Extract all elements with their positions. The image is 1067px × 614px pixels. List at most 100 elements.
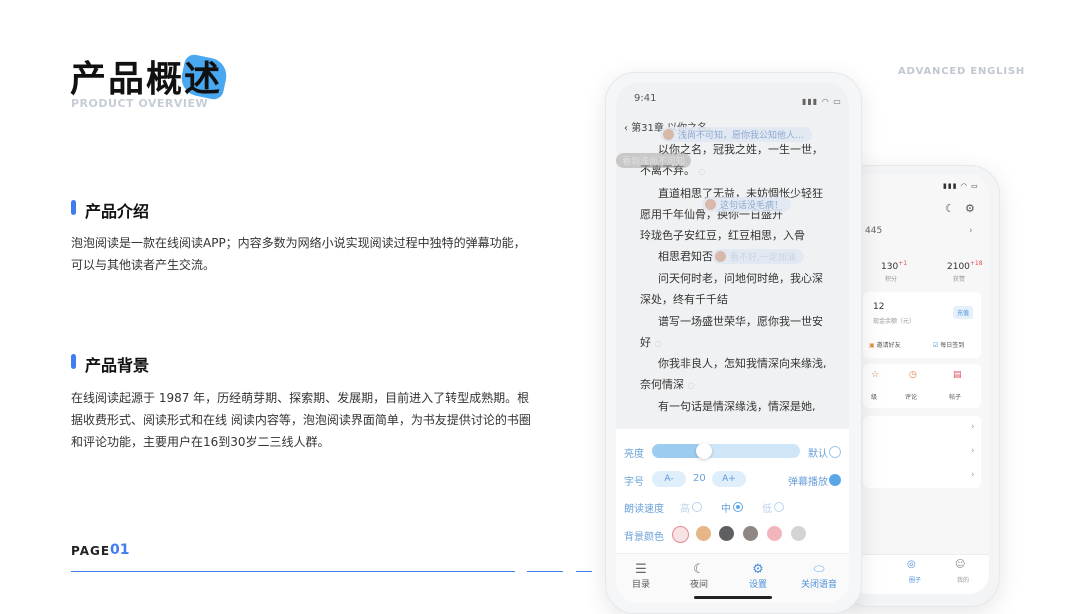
body-line: 和评论功能，主要用户在16到30岁二三线人群。 [71, 435, 330, 449]
page-number: 01 [110, 542, 130, 558]
stat-label: 获赞 [953, 276, 966, 283]
menu-icon: ☰ [635, 562, 647, 577]
speed-option[interactable]: 高 [680, 500, 690, 515]
nav-label[interactable]: 我的 [957, 575, 969, 584]
chevron-right-icon[interactable]: › [969, 226, 973, 236]
invite-button[interactable]: ▣ 邀请好友 [869, 340, 901, 349]
reader-line: 奈何情深 ◌ [640, 378, 695, 391]
body-line: 泡泡阅读是一款在线阅读APP；内容多数为网络小说实现阅读过程中独特的弹幕功能， [71, 236, 526, 250]
speed-radio[interactable] [774, 502, 784, 512]
speed-radio[interactable] [692, 502, 702, 512]
danmaku-checkbox[interactable] [829, 474, 841, 486]
body-line: 可以与其他读者产生交流。 [71, 258, 216, 272]
user-id: 445 [865, 226, 883, 236]
chevron-right-icon[interactable]: › [971, 470, 975, 480]
circle-icon[interactable]: ◎ [907, 559, 916, 570]
page-title: 产品概述 [70, 59, 223, 100]
section-title-background: 产品背景 [85, 356, 150, 375]
danmaku-bubble[interactable]: 浅尚不可知，愿你我公知他人... [660, 127, 812, 142]
nav-settings[interactable]: ⚙ 设置 [733, 562, 783, 590]
gear-icon: ⚙ [752, 562, 764, 577]
reader-line: 谱写一场盛世荣华，愿你我一世安 [658, 315, 823, 328]
reader-screen: 9:41 ▮▮▮ ◠ ▭ ‹ 第31章 以你之名。 以你之名，冠我之姓，一生一世… [616, 83, 849, 603]
bg-color-swatch[interactable] [767, 526, 782, 541]
balance-label: 现金余额（元） [873, 318, 916, 325]
settings-icon[interactable]: ⚙ [965, 202, 975, 215]
speed-option[interactable]: 中 [721, 500, 731, 515]
reader-line: 好 ◌ [640, 336, 662, 349]
moon-icon: ☾ [693, 562, 705, 577]
toggle-icon: ⬭ [813, 562, 825, 577]
font-decrease-button[interactable]: A- [652, 471, 686, 487]
nav-voice-off[interactable]: ⬭ 关闭语音 [794, 562, 844, 590]
chevron-right-icon[interactable]: › [971, 422, 975, 432]
section-title-intro: 产品介绍 [85, 202, 150, 221]
section-marker [71, 200, 76, 215]
reader-line: 深处，终有千千结 [640, 293, 728, 306]
stat-label: 积分 [885, 276, 898, 283]
default-checkbox[interactable] [829, 446, 841, 458]
reader-line: 问天何时老，问地何时绝，我心深 [658, 272, 823, 285]
font-size-value: 20 [693, 473, 706, 484]
speed-radio[interactable] [733, 502, 743, 512]
speed-option[interactable]: 低 [762, 500, 772, 515]
checkin-button[interactable]: ☑ 每日签到 [933, 340, 964, 349]
bg-color-swatch[interactable] [719, 526, 734, 541]
brightness-knob[interactable] [695, 443, 712, 459]
status-icons: ▮▮▮ ◠ ▭ [943, 182, 979, 190]
reader-line: 有一句话是情深缘浅，情深是她, [658, 400, 816, 413]
stat-likes: 2100+18 [947, 260, 983, 272]
brightness-slider[interactable] [652, 443, 800, 459]
font-size-label: 字号 [624, 477, 644, 488]
nav-label[interactable]: 圈子 [909, 575, 921, 584]
profile-screen: ▮▮▮ ◠ ▭ ☾ ⚙ 445 › 130+1 积分 2100+18 获赞 12… [849, 174, 989, 594]
avatar [715, 251, 726, 262]
profile-phone-mockup: ▮▮▮ ◠ ▭ ☾ ⚙ 445 › 130+1 积分 2100+18 获赞 12… [840, 165, 1000, 607]
user-icon[interactable]: ☺ [955, 559, 965, 570]
grid-item-label[interactable]: 评论 [905, 392, 917, 401]
background-color-label: 背景颜色 [624, 532, 664, 543]
section-marker [71, 354, 76, 369]
comment-icon: ◷ [909, 370, 917, 380]
bg-color-swatch[interactable] [696, 526, 711, 541]
wallet-card: 12 现金余额（元） 充值 ▣ 邀请好友 ☑ 每日签到 [863, 292, 981, 358]
grid-item-label[interactable]: 级 [871, 392, 877, 401]
reader-phone-mockup: 9:41 ▮▮▮ ◠ ▭ ‹ 第31章 以你之名。 以你之名，冠我之姓，一生一世… [605, 72, 862, 614]
grid-item-label[interactable]: 帖子 [949, 392, 961, 401]
brightness-label: 亮度 [624, 449, 644, 460]
body-line: 据收费形式、阅读形式和在线 阅读内容等，泡泡阅读界面简单，为书友提供讨论的书圈 [71, 413, 531, 427]
danmaku-toggle-label[interactable]: 弹幕播放 [788, 473, 828, 488]
body-line: 在线阅读起源于 1987 年，历经萌芽期、探索期、发展期，目前进入了转型成熟期。… [71, 391, 530, 405]
post-icon: ▤ [953, 370, 962, 380]
danmaku-bubble[interactable]: 看到浅尚不可知 [616, 153, 692, 168]
danmaku-bubble[interactable]: 这句话没毛病！ [702, 197, 792, 212]
read-speed-label: 朗读速度 [624, 504, 664, 515]
bg-color-swatch[interactable] [791, 526, 806, 541]
bg-color-swatch[interactable] [743, 526, 758, 541]
level-icon: ☆ [871, 370, 880, 380]
default-label[interactable]: 默认 [808, 445, 828, 460]
bg-color-swatch[interactable] [672, 526, 689, 543]
status-icons: ▮▮▮ ◠ ▭ [802, 97, 842, 106]
balance-value: 12 [873, 302, 885, 312]
chevron-right-icon[interactable]: › [971, 446, 975, 456]
moon-icon[interactable]: ☾ [945, 202, 955, 215]
avatar [663, 129, 674, 140]
footer-divider [527, 571, 563, 572]
danmaku-bubble[interactable]: 看不好,一定加油 [712, 249, 804, 264]
reader-line: 你我非良人，怎知我情深向来缘浅, [658, 357, 827, 370]
font-increase-button[interactable]: A+ [712, 471, 746, 487]
status-time: 9:41 [634, 93, 657, 104]
home-indicator [694, 596, 772, 599]
footer-divider [71, 571, 515, 572]
section-body-intro: 泡泡阅读是一款在线阅读APP；内容多数为网络小说实现阅读过程中独特的弹幕功能， … [71, 232, 541, 276]
nav-night[interactable]: ☾ 夜间 [674, 562, 724, 590]
avatar [705, 199, 716, 210]
page-label: PAGE [71, 544, 111, 558]
nav-toc[interactable]: ☰ 目录 [616, 562, 666, 590]
reader-line: 玲珑色子安红豆，红豆相思，入骨 [640, 229, 805, 242]
feature-grid: ☆ 级 ◷ 评论 ▤ 帖子 [863, 364, 981, 408]
section-body-background: 在线阅读起源于 1987 年，历经萌芽期、探索期、发展期，目前进入了转型成熟期。… [71, 387, 541, 453]
profile-bottom-nav: ◎ 圈子 ☺ 我的 [849, 554, 989, 594]
recharge-button[interactable]: 充值 [953, 306, 974, 319]
